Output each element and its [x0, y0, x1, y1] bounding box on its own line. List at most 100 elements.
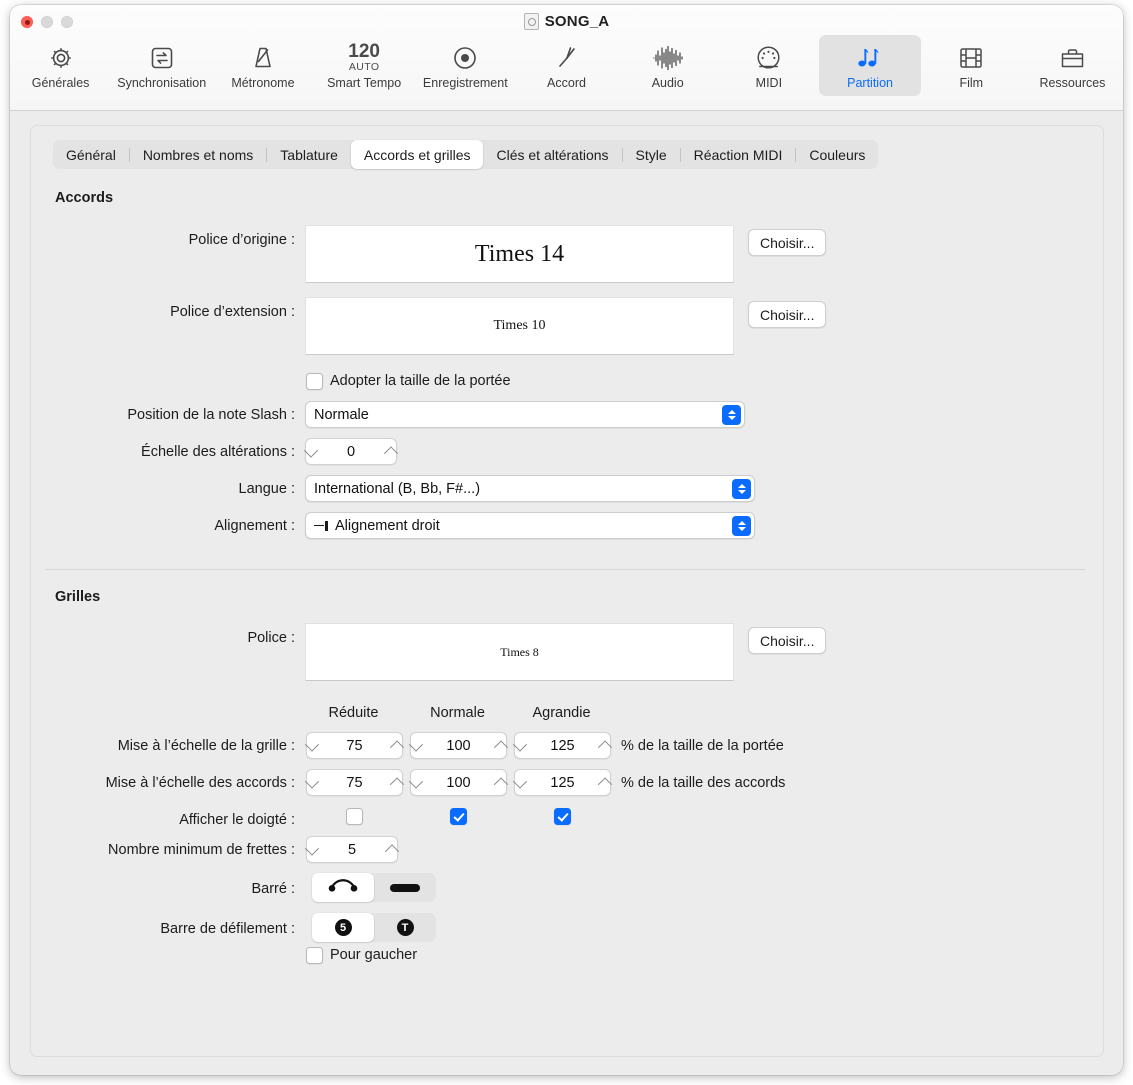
barre-option-arc[interactable]	[312, 873, 374, 902]
gear-icon	[47, 41, 75, 74]
toolbar-item-metronome[interactable]: Métronome	[212, 35, 313, 96]
chord-scale-stepper-normale[interactable]: 100	[410, 769, 507, 796]
scroll-bar-option-t[interactable]: T	[374, 913, 436, 942]
chord-scale-suffix: % de la taille des accords	[621, 775, 785, 791]
accidentals-scale-stepper[interactable]: 0	[305, 438, 397, 465]
toolbar-item-smart-tempo[interactable]: 120 AUTO Smart Tempo	[314, 35, 415, 96]
chevron-updown-icon	[732, 516, 751, 536]
label-accidentals-scale: Échelle des altérations :	[55, 444, 295, 460]
section-title-grilles: Grilles	[55, 589, 100, 605]
tuning-fork-icon	[553, 41, 581, 74]
tempo-auto-label: AUTO	[349, 61, 380, 73]
toolbar-item-film[interactable]: Film	[921, 35, 1022, 96]
chevron-up-icon[interactable]	[384, 446, 398, 460]
chevron-up-icon[interactable]	[385, 844, 399, 858]
toolbar-item-accord[interactable]: Accord	[516, 35, 617, 96]
toolbar-item-label: Film	[959, 76, 983, 90]
tempo-value: 120	[348, 42, 380, 61]
show-fingering-checkbox-reduite[interactable]	[346, 808, 363, 825]
adopt-staff-size-checkbox[interactable]	[306, 373, 323, 390]
toolbar-item-generales[interactable]: Générales	[10, 35, 111, 96]
chevron-up-icon[interactable]	[598, 777, 612, 791]
toolbar-item-label: Smart Tempo	[327, 76, 401, 90]
toolbar-item-midi[interactable]: MIDI	[718, 35, 819, 96]
choose-grid-font-button[interactable]: Choisir...	[748, 627, 826, 654]
chord-scale-stepper-agrandie[interactable]: 125	[514, 769, 611, 796]
align-right-icon	[314, 520, 328, 532]
toolbar-item-ressources[interactable]: Ressources	[1022, 35, 1123, 96]
label-police-origine: Police d’origine :	[55, 232, 295, 248]
grid-scale-stepper-normale[interactable]: 100	[410, 732, 507, 759]
label-slash-position: Position de la note Slash :	[55, 407, 295, 423]
label-langue: Langue :	[55, 481, 295, 497]
label-grid-police: Police :	[55, 630, 295, 646]
alignment-select[interactable]: Alignement droit	[305, 512, 755, 539]
toolbar-item-enregistrement[interactable]: Enregistrement	[415, 35, 516, 96]
tab-couleurs[interactable]: Couleurs	[796, 140, 878, 169]
tab-tablature[interactable]: Tablature	[267, 140, 351, 169]
origin-font-preview[interactable]: Times 14	[305, 225, 734, 283]
tab-bar: Général Nombres et noms Tablature Accord…	[53, 140, 878, 169]
tab-reaction-midi[interactable]: Réaction MIDI	[681, 140, 796, 169]
chevron-up-icon[interactable]	[494, 777, 508, 791]
section-title-accords: Accords	[55, 190, 113, 206]
toolbar-item-label: MIDI	[756, 76, 782, 90]
choose-extension-font-button[interactable]: Choisir...	[748, 301, 826, 328]
scroll-bar-segmented-control: 5 T	[312, 913, 436, 942]
language-select[interactable]: International (B, Bb, F#...)	[305, 475, 755, 502]
language-value: International (B, Bb, F#...)	[314, 481, 480, 497]
accidentals-scale-value: 0	[316, 444, 386, 460]
window-title: SONG_A	[10, 13, 1123, 30]
window-title-text: SONG_A	[545, 13, 610, 30]
extension-font-preview[interactable]: Times 10	[305, 297, 734, 355]
left-handed-checkbox[interactable]	[306, 947, 323, 964]
toolbar-item-label: Enregistrement	[423, 76, 508, 90]
tab-accords-et-grilles[interactable]: Accords et grilles	[351, 140, 484, 169]
grid-font-preview[interactable]: Times 8	[305, 623, 734, 681]
toolbar-item-label: Ressources	[1039, 76, 1105, 90]
metronome-icon	[249, 41, 277, 74]
choose-origin-font-button[interactable]: Choisir...	[748, 229, 826, 256]
grid-scale-suffix: % de la taille de la portée	[621, 738, 784, 754]
left-handed-label: Pour gaucher	[330, 947, 417, 963]
preferences-window: SONG_A Générales	[10, 5, 1123, 1075]
chevron-up-icon[interactable]	[494, 740, 508, 754]
column-header-agrandie: Agrandie	[514, 705, 609, 721]
barre-arc-icon	[326, 878, 360, 898]
chevron-up-icon[interactable]	[598, 740, 612, 754]
toolbar-item-audio[interactable]: Audio	[617, 35, 718, 96]
slash-position-select[interactable]: Normale	[305, 401, 745, 428]
badge-5-icon: 5	[335, 919, 352, 936]
toolbar-item-synchronisation[interactable]: Synchronisation	[111, 35, 212, 96]
toolbar-item-label: Générales	[32, 76, 90, 90]
notes-icon	[855, 41, 885, 74]
show-fingering-checkbox-normale[interactable]	[450, 808, 467, 825]
grid-scale-stepper-reduite[interactable]: 75	[306, 732, 403, 759]
column-header-reduite: Réduite	[306, 705, 401, 721]
toolbar-item-partition[interactable]: Partition	[819, 35, 920, 96]
chord-scale-stepper-reduite[interactable]: 75	[306, 769, 403, 796]
record-icon	[451, 41, 479, 74]
grid-scale-stepper-agrandie[interactable]: 125	[514, 732, 611, 759]
chevron-up-icon[interactable]	[390, 777, 404, 791]
label-min-frets: Nombre minimum de frettes :	[30, 842, 295, 858]
tab-style[interactable]: Style	[623, 140, 680, 169]
chevron-up-icon[interactable]	[390, 740, 404, 754]
alignment-value: Alignement droit	[335, 518, 440, 534]
column-header-normale: Normale	[410, 705, 505, 721]
min-frets-stepper[interactable]: 5	[306, 836, 398, 863]
toolbar-item-label: Audio	[652, 76, 684, 90]
grid-scale-value: 75	[317, 738, 392, 754]
tab-cles-et-alterations[interactable]: Clés et altérations	[483, 140, 621, 169]
tab-general[interactable]: Général	[53, 140, 129, 169]
grid-scale-value: 100	[421, 738, 496, 754]
toolbar: SONG_A Générales	[10, 5, 1123, 111]
label-alignement: Alignement :	[55, 518, 295, 534]
grid-scale-value: 125	[525, 738, 600, 754]
show-fingering-checkbox-agrandie[interactable]	[554, 808, 571, 825]
scroll-bar-option-5[interactable]: 5	[312, 913, 374, 942]
label-chord-scale: Mise à l’échelle des accords :	[30, 775, 295, 791]
barre-option-bar[interactable]	[374, 873, 436, 902]
section-divider	[45, 569, 1085, 570]
tab-nombres-et-noms[interactable]: Nombres et noms	[130, 140, 266, 169]
